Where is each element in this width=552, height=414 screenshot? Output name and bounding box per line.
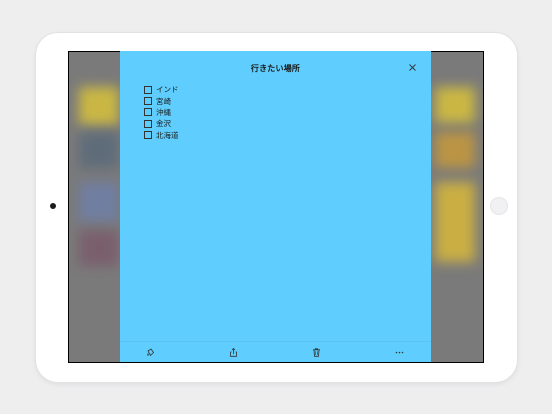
note-title: 行きたい場所: [250, 64, 301, 73]
home-button[interactable]: [490, 197, 508, 215]
checklist-item-label: インド: [156, 85, 179, 95]
checkbox[interactable]: [144, 131, 152, 140]
close-icon: [408, 63, 416, 71]
checkbox[interactable]: [144, 119, 152, 128]
trash-icon: [312, 347, 320, 357]
checklist-item: 沖縄: [144, 107, 179, 118]
note-sheet: 行きたい場所 インド 宮崎 沖縄 金沢 北海道: [120, 51, 431, 362]
checkbox[interactable]: [144, 85, 152, 94]
front-camera: [50, 203, 56, 209]
checklist-item: 金沢: [144, 118, 179, 129]
color-button[interactable]: [144, 346, 156, 358]
close-button[interactable]: [405, 60, 419, 74]
checklist-item: インド: [144, 84, 179, 95]
delete-button[interactable]: [310, 346, 322, 358]
checklist-item-label: 北海道: [156, 130, 179, 140]
checklist-item: 宮崎: [144, 95, 179, 106]
checklist-item-label: 金沢: [156, 119, 171, 129]
checklist-item: 北海道: [144, 130, 179, 141]
checkbox[interactable]: [144, 108, 152, 117]
checklist-item-label: 宮崎: [156, 96, 171, 106]
color-picker-icon: [146, 347, 154, 356]
more-icon: [395, 351, 403, 353]
screen: 行きたい場所 インド 宮崎 沖縄 金沢 北海道: [68, 51, 484, 363]
checklist-item-label: 沖縄: [156, 107, 171, 117]
bottom-toolbar: [120, 341, 431, 362]
share-icon: [229, 347, 237, 357]
checkbox[interactable]: [144, 97, 152, 106]
more-button[interactable]: [393, 346, 405, 358]
checklist: インド 宮崎 沖縄 金沢 北海道: [144, 84, 179, 141]
share-button[interactable]: [227, 346, 239, 358]
